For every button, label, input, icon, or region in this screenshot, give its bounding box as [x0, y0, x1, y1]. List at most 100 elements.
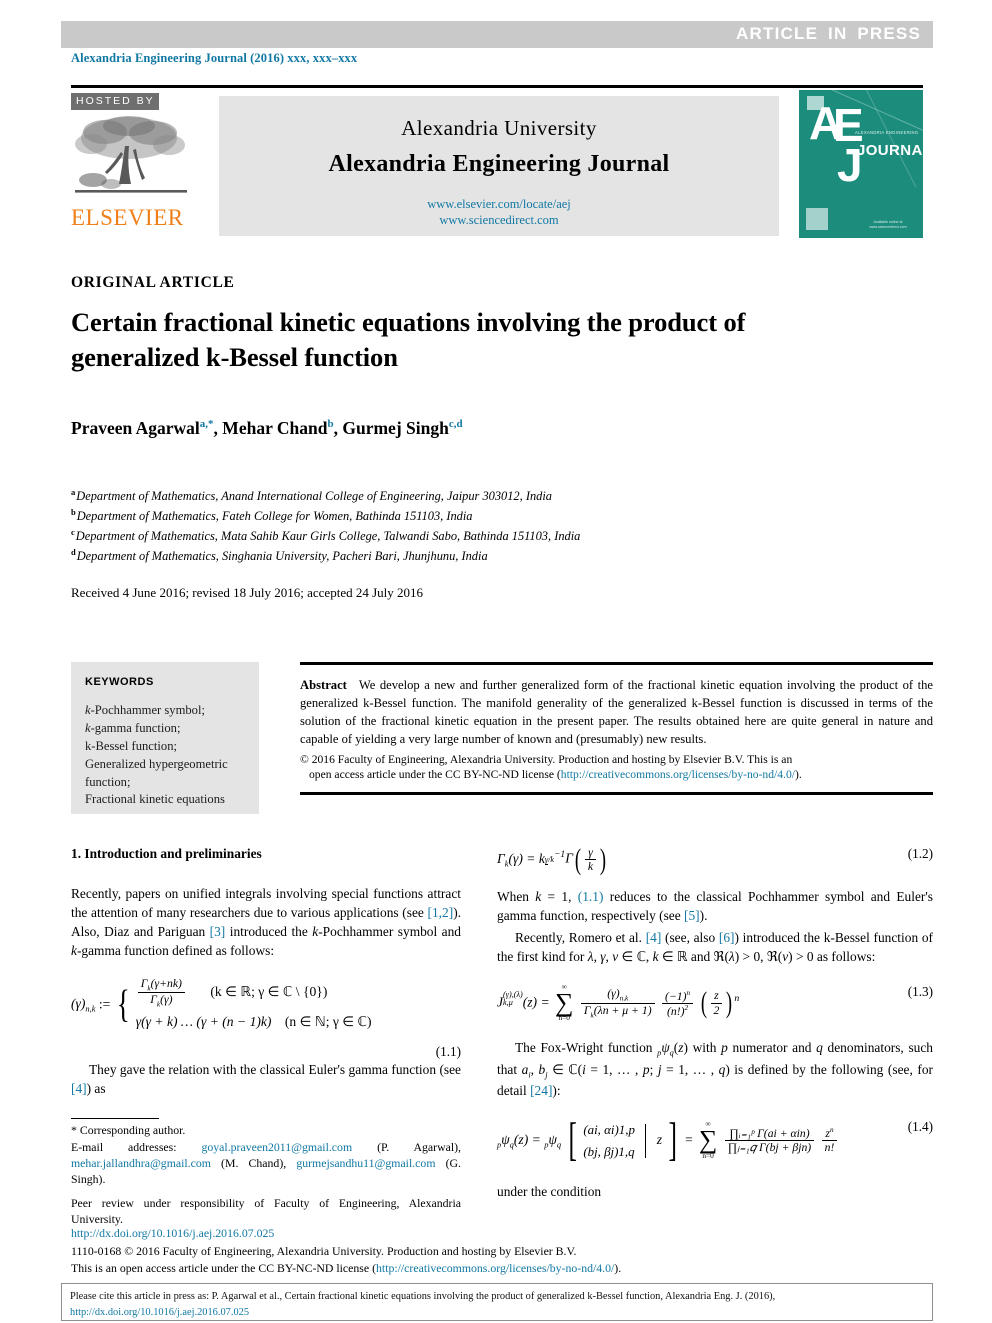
citation-ref[interactable]: [3]	[210, 924, 226, 939]
paragraph-right-2: Recently, Romero et al. [4] (see, also […	[497, 929, 933, 964]
footnote-block: * Corresponding author. E-mail addresses…	[71, 1118, 461, 1236]
equation-1-1: (γ)n,k := { Γk(γ+nk) Γk(γ) (k ∈ ℝ; γ ∈ ℂ…	[71, 977, 461, 1034]
paragraph-right-3: The Fox-Wright function pψq(z) with p nu…	[497, 1040, 933, 1099]
keyword-item: k-gamma function;	[85, 720, 181, 735]
equation-fraction: γk	[584, 846, 597, 873]
paragraph-intro-1: Recently, papers on unified integrals in…	[71, 886, 461, 959]
equation-brace: {	[116, 983, 130, 1027]
affiliation-item: bDepartment of Mathematics, Fateh Colleg…	[71, 506, 473, 524]
abstract-copyright: © 2016 Faculty of Engineering, Alexandri…	[300, 752, 933, 784]
citation-ref[interactable]: [4]	[646, 930, 662, 945]
abstract-label: Abstract	[300, 677, 347, 692]
issn-line-2: This is an open access article under the…	[71, 1260, 622, 1275]
cover-journal-word: JOURNAL	[857, 142, 923, 159]
please-cite-box: Please cite this article in press as: P.…	[61, 1283, 933, 1321]
masthead-center-panel: Alexandria University Alexandria Enginee…	[219, 96, 779, 236]
article-type-label: ORIGINAL ARTICLE	[71, 274, 235, 291]
keyword-item: k-Pochhammer symbol;	[85, 703, 205, 717]
email-addresses-note: E-mail addresses: goyal.praveen2011@gmai…	[71, 1140, 462, 1187]
page-title: Certain fractional kinetic equations inv…	[71, 307, 746, 373]
corresponding-author-note: * Corresponding author.	[71, 1123, 186, 1138]
equation-number: (1.3)	[907, 983, 933, 999]
summation-operator: ∞ ∑ n=0	[698, 1119, 718, 1160]
equation-1-3: J (γ),(λ) k,μ (z) = ∞ ∑ n=0 (γ)n,k Γk(λn + μ…	[497, 981, 933, 1023]
journal-masthead: HOSTED BY ELSEVIER Alexandria University…	[71, 85, 923, 240]
author-entry: Praveen Agarwala,*,	[71, 418, 218, 438]
exponent-fraction: γ/k	[544, 854, 555, 866]
keywords-box: KEYWORDS k-Pochhammer symbol; k-gamma fu…	[71, 662, 259, 814]
case-condition-1: (k ∈ ℝ; γ ∈ ℂ \ {0})	[210, 983, 328, 999]
elsevier-tree-icon	[75, 116, 187, 193]
footnote-divider	[71, 1118, 159, 1120]
keywords-list: k-Pochhammer symbol; k-gamma function; k…	[85, 702, 247, 809]
copyright-line-1: © 2016 Faculty of Engineering, Alexandri…	[300, 752, 793, 766]
cover-aej-letters: A E J	[807, 100, 864, 188]
citation-ref[interactable]: [4]	[71, 1081, 87, 1096]
affiliation-item: aDepartment of Mathematics, Anand Intern…	[71, 487, 552, 504]
paragraph-right-1: When k = 1, (1.1) reduces to the classic…	[497, 889, 933, 924]
body-column-right: Γk(γ) = kγ/k−1Γ(γ k) (1.2) When k = 1, (1…	[497, 842, 933, 1204]
masthead-top-rule	[71, 85, 923, 88]
journal-title: Alexandria Engineering Journal	[328, 151, 670, 177]
abstract-body: Abstract We develop a new and further gen…	[300, 665, 933, 784]
body-column-left: 1. Introduction and preliminaries Recent…	[71, 846, 461, 1100]
author-list: Praveen Agarwala,*, Mehar Chandb, Gurmej…	[71, 418, 831, 439]
cc-license-link[interactable]: http://creativecommons.org/licenses/by-n…	[376, 1261, 614, 1275]
email-link[interactable]: gurmejsandhu11@gmail.com	[296, 1156, 435, 1170]
equation-1-4: pψq(z) = pψq [ (ai, αi)1,p (bj, βj)1,q z…	[497, 1114, 933, 1166]
equation-ref[interactable]: (1.1)	[578, 889, 604, 904]
article-history: Received 4 June 2016; revised 18 July 20…	[71, 585, 424, 600]
paragraph-right-4: under the condition	[497, 1184, 602, 1200]
equation-parameter-stack: (ai, αi)1,p (bj, βj)1,q	[583, 1121, 635, 1159]
citation-ref[interactable]: [24]	[530, 1083, 552, 1098]
journal-homepage-link[interactable]: www.elsevier.com/locate/aej	[219, 196, 779, 212]
keyword-item: k-Bessel function;	[85, 738, 177, 753]
keywords-heading: KEYWORDS	[85, 676, 154, 688]
equation-fraction: (−1)n (n!)2	[662, 989, 694, 1018]
asterisk-marker: *	[71, 1123, 77, 1138]
email-link[interactable]: mehar.jallandhra@gmail.com	[71, 1156, 211, 1170]
equation-cases: Γk(γ+nk) Γk(γ) (k ∈ ℝ; γ ∈ ℂ \ {0}) γ(γ …	[136, 977, 372, 1034]
cc-license-link[interactable]: http://creativecommons.org/licenses/by-n…	[561, 768, 795, 781]
case-expression-2: γ(γ + k) … (γ + (n − 1)k)	[135, 1013, 272, 1029]
cover-bottom-left-logo	[806, 208, 828, 230]
summation-operator: ∞ ∑ n=0	[555, 981, 574, 1023]
university-name: Alexandria University	[401, 116, 597, 140]
sciencedirect-link[interactable]: www.sciencedirect.com	[219, 212, 779, 228]
affiliation-list: aDepartment of Mathematics, Anand Intern…	[71, 486, 851, 566]
author-marks: c,d	[448, 418, 463, 431]
peer-review-note: Peer review under responsibility of Facu…	[71, 1196, 461, 1226]
abstract-bottom-rule	[300, 792, 933, 795]
equation-number: (1.2)	[907, 846, 933, 861]
equation-fraction: z2	[710, 989, 723, 1017]
cite-doi-link[interactable]: http://dx.doi.org/10.1016/j.aej.2016.07.…	[70, 1307, 249, 1318]
cover-bottom-caption: Available online at www.sciencedirect.co…	[869, 219, 907, 230]
section-heading-1: 1. Introduction and preliminaries	[71, 846, 262, 861]
doi-link[interactable]: http://dx.doi.org/10.1016/j.aej.2016.07.…	[71, 1226, 274, 1241]
cite-text: Please cite this article in press as: P.…	[70, 1291, 776, 1302]
citation-ref[interactable]: [1,2]	[428, 905, 454, 920]
citation-ref[interactable]: [5]	[684, 908, 700, 923]
issn-line-1: 1110-0168 © 2016 Faculty of Engineering,…	[71, 1244, 577, 1258]
equation-1-2: Γk(γ) = kγ/k−1Γ(γ k) (1.2)	[497, 842, 933, 876]
equation-vertical-bar	[645, 1123, 647, 1158]
equation-fraction: (γ)n,k Γk(λn + μ + 1)	[580, 987, 655, 1019]
author-marks: b	[327, 418, 334, 431]
hosted-by-badge: HOSTED BY	[71, 93, 159, 110]
keyword-item: Generalized hypergeometric function;	[85, 756, 228, 789]
keyword-item: Fractional kinetic equations	[85, 792, 225, 807]
paragraph-intro-2: They gave the relation with the classica…	[71, 1061, 461, 1096]
affiliation-item: cDepartment of Mathematics, Mata Sahib K…	[71, 526, 581, 544]
copyright-line-2: open access article under the CC BY-NC-N…	[309, 768, 802, 782]
equation-number: (1.4)	[907, 1118, 933, 1134]
abstract-text: We develop a new and further generalized…	[300, 677, 933, 747]
equation-fraction: Γk(γ+nk) Γk(γ)	[137, 977, 185, 1009]
equation-super-sub: (γ),(λ) k,μ	[503, 990, 523, 1008]
equation-fraction: zn n!	[821, 1126, 838, 1154]
issn-copyright-block: 1110-0168 © 2016 Faculty of Engineering,…	[71, 1243, 931, 1277]
email-link[interactable]: goyal.praveen2011@gmail.com	[201, 1140, 352, 1154]
citation-ref[interactable]: [6]	[719, 930, 735, 945]
hosted-by-block: HOSTED BY ELSEVIER	[71, 91, 201, 231]
author-entry: Mehar Chandb,	[222, 418, 338, 438]
equation-fraction: ∏ᵢ₌₁ᵖ Γ(ai + αin) ∏ⱼ₌₁𝑞 Γ(bj + βjn)	[724, 1127, 815, 1154]
